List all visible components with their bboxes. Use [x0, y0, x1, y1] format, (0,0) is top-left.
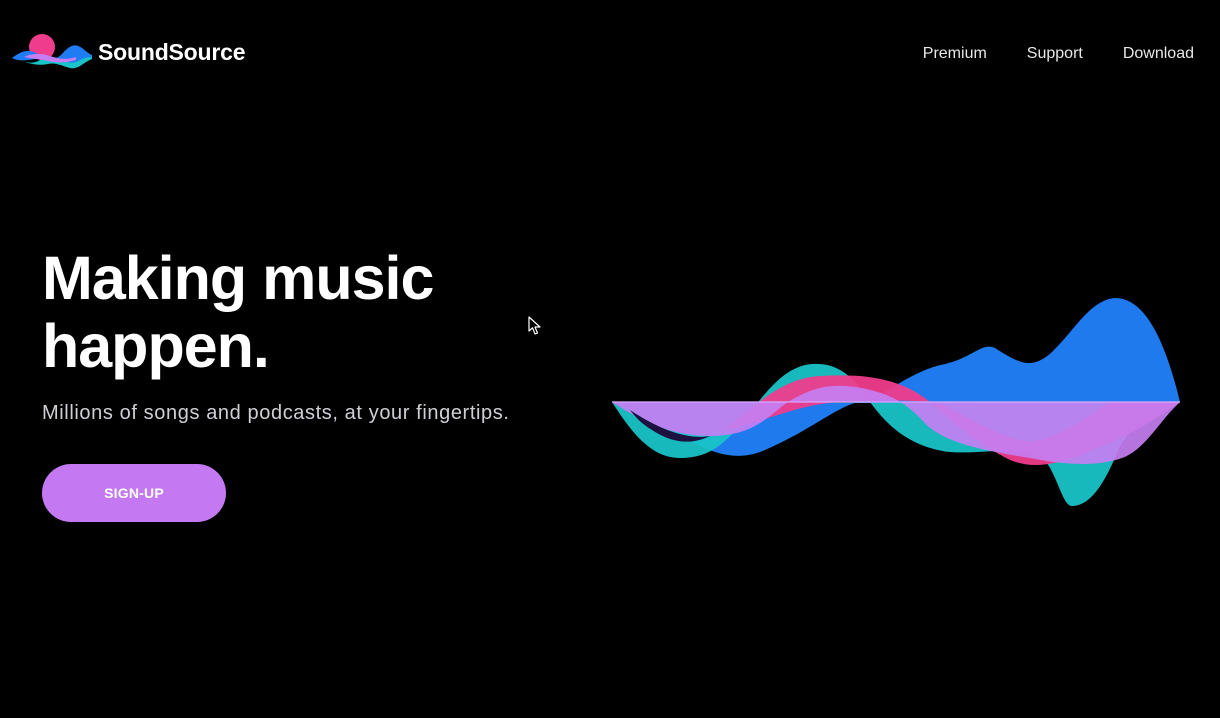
mouse-cursor-icon — [528, 316, 541, 335]
hero-headline: Making music happen. — [42, 244, 434, 380]
nav-item-premium[interactable]: Premium — [923, 44, 987, 64]
top-nav: Premium Support Download — [923, 44, 1194, 64]
brand-link[interactable]: SoundSource — [10, 32, 246, 72]
landing-page: SoundSource Premium Support Download Mak… — [0, 0, 1220, 718]
sign-up-button[interactable]: SIGN-UP — [42, 464, 226, 522]
hero-headline-line-2: happen. — [42, 312, 270, 380]
nav-item-download[interactable]: Download — [1123, 44, 1194, 64]
hero-subheadline: Millions of songs and podcasts, at your … — [42, 402, 510, 424]
soundwave-illustration — [612, 298, 1180, 506]
hero-headline-line-1: Making music — [42, 244, 434, 312]
soundwave-logo-icon — [12, 34, 92, 69]
brand-name: SoundSource — [98, 38, 246, 65]
nav-item-support[interactable]: Support — [1027, 44, 1083, 64]
